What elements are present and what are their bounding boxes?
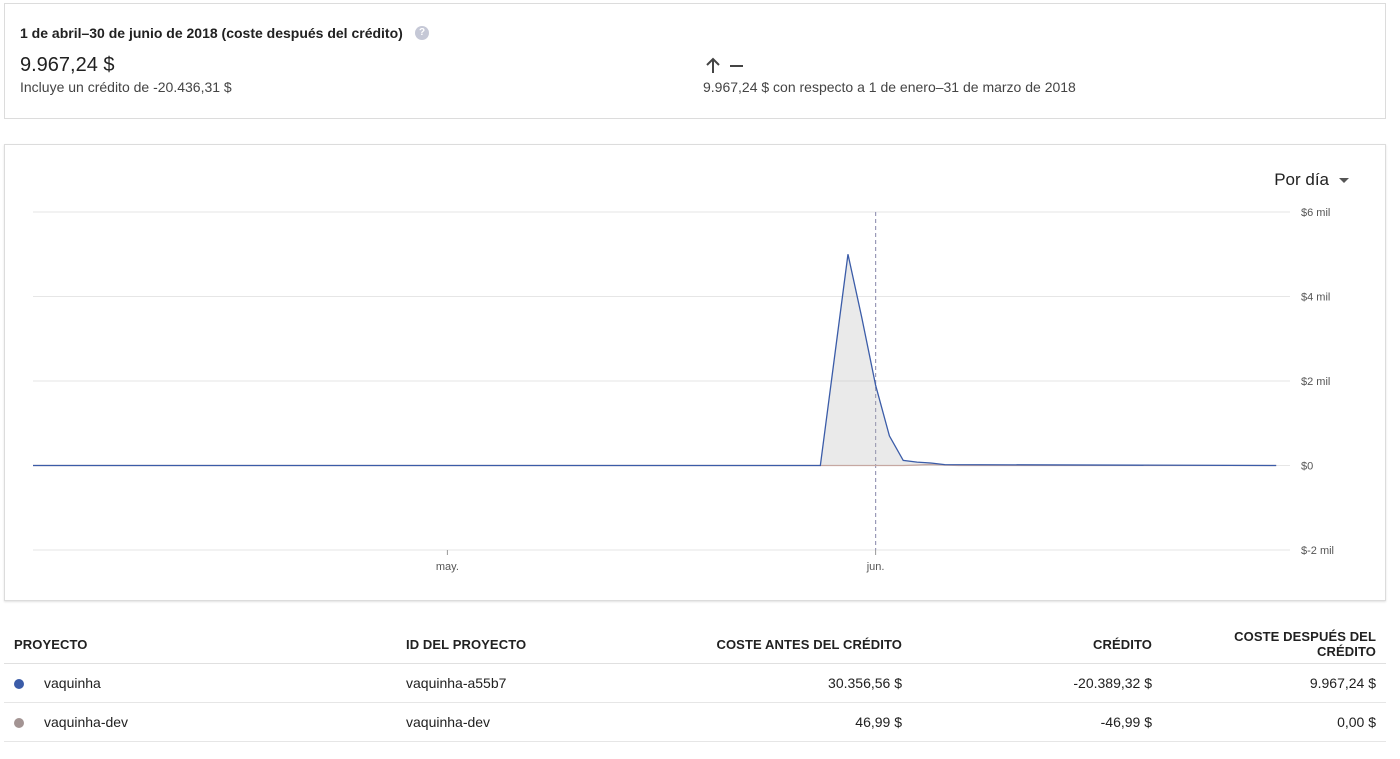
header-project[interactable]: PROYECTO xyxy=(4,625,396,664)
comparison-text: 9.967,24 $ con respecto a 1 de enero–31 … xyxy=(703,79,1076,95)
header-cost-after-credit[interactable]: COSTE DESPUÉS DEL CRÉDITO xyxy=(1162,625,1386,664)
y-tick-label: $0 xyxy=(1301,461,1313,473)
arrow-up-icon xyxy=(706,57,720,73)
header-project-id[interactable]: ID DEL PROYECTO xyxy=(396,625,656,664)
project-color-dot xyxy=(14,679,24,689)
y-tick-label: $2 mil xyxy=(1301,376,1330,388)
series-area xyxy=(33,254,1277,466)
x-tick-label: may. xyxy=(436,561,459,573)
header-credit[interactable]: CRÉDITO xyxy=(912,625,1162,664)
project-id: vaquinha-a55b7 xyxy=(396,663,656,703)
chart-card: Por día $6 mil $4 mil $2 mil $0 $-2 mil may. j… xyxy=(4,144,1386,601)
table-row[interactable]: vaquinha-dev vaquinha-dev 46,99 $ -46,99… xyxy=(4,702,1386,742)
trend-dash xyxy=(730,65,743,67)
table-row[interactable]: vaquinha vaquinha-a55b7 30.356,56 $ -20.… xyxy=(4,663,1386,703)
cost-after-credit: 9.967,24 $ xyxy=(1162,663,1386,703)
summary-card: 1 de abril–30 de junio de 2018 (coste de… xyxy=(4,3,1386,119)
project-color-dot xyxy=(14,718,24,728)
project-name: vaquinha-dev xyxy=(44,714,129,730)
project-cell: vaquinha-dev xyxy=(4,702,396,742)
cost-after-credit: 0,00 $ xyxy=(1162,702,1386,742)
credit-amount: -46,99 $ xyxy=(912,702,1162,742)
project-id: vaquinha-dev xyxy=(396,702,656,742)
series-line xyxy=(33,254,1277,467)
y-tick-label: $4 mil xyxy=(1301,292,1330,304)
credit-amount: -20.389,32 $ xyxy=(912,663,1162,703)
header-cost-before-credit[interactable]: COSTE ANTES DEL CRÉDITO xyxy=(656,625,912,664)
project-name: vaquinha xyxy=(44,675,101,691)
project-cell: vaquinha xyxy=(4,663,396,703)
period-title: 1 de abril–30 de junio de 2018 (coste de… xyxy=(20,25,403,41)
cost-chart: $6 mil $4 mil $2 mil $0 $-2 mil may. jun. xyxy=(33,207,1334,573)
y-tick-label: $-2 mil xyxy=(1301,545,1334,557)
table-header-row: PROYECTO ID DEL PROYECTO COSTE ANTES DEL… xyxy=(4,625,1386,664)
cost-before-credit: 30.356,56 $ xyxy=(656,663,912,703)
cost-before-credit: 46,99 $ xyxy=(656,702,912,742)
y-tick-label: $6 mil xyxy=(1301,207,1330,219)
credit-note: Incluye un crédito de -20.436,31 $ xyxy=(20,79,232,95)
projects-table: PROYECTO ID DEL PROYECTO COSTE ANTES DEL… xyxy=(4,625,1386,742)
total-cost: 9.967,24 $ xyxy=(20,54,115,76)
help-circle-icon[interactable]: ? xyxy=(415,26,429,40)
x-tick-label: jun. xyxy=(866,561,885,573)
